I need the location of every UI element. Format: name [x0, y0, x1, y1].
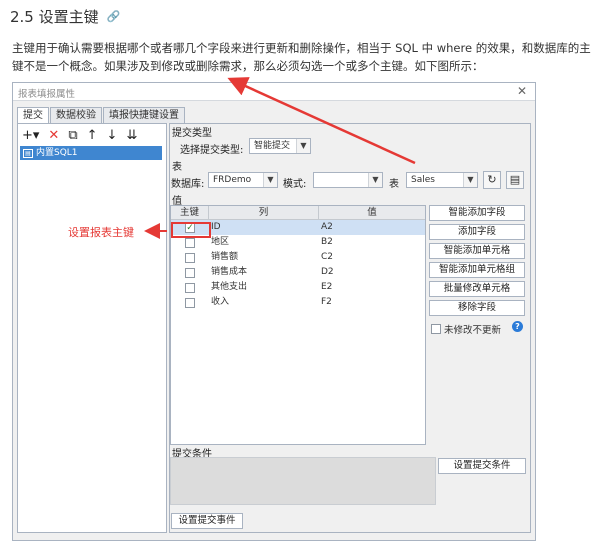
row-value: B2 [321, 237, 333, 247]
row-column: 地区 [211, 237, 230, 247]
no-change-no-update[interactable]: 未修改不更新 [431, 322, 501, 336]
header-value: 值 [367, 207, 377, 218]
submit-list-pane: +▾ ✕ ⧉ ↑ ↓ ⇊ ▤ 内置SQL1 [17, 123, 167, 533]
row-column: 销售成本 [211, 267, 248, 277]
table-row[interactable]: 其他支出 E2 [171, 280, 425, 295]
delete-icon[interactable]: ✕ [48, 128, 59, 143]
table-preview-icon[interactable]: ▤ [506, 171, 524, 189]
row-value: E2 [321, 282, 333, 292]
header-column: 列 [209, 206, 319, 219]
field-mapping-table: 主键 列 值 ✓ ID A2 地区 B2 销售额 C2 销售成本 D2 其他支出… [170, 205, 426, 445]
chevron-down-icon: ▼ [368, 173, 382, 187]
primary-key-checkbox[interactable] [185, 252, 195, 263]
set-condition-button[interactable]: 设置提交条件 [438, 458, 526, 474]
dialog-titlebar: 报表填报属性 ✕ [13, 83, 535, 101]
close-icon[interactable]: ✕ [517, 84, 527, 98]
row-value: C2 [321, 252, 334, 262]
database-label: 数据库: [171, 179, 205, 190]
table-row[interactable]: 收入 F2 [171, 295, 425, 310]
row-value: D2 [321, 267, 334, 277]
table-header: 主键 列 值 [171, 206, 425, 220]
dialog-title: 报表填报属性 [18, 89, 76, 100]
primary-key-checkbox[interactable] [185, 267, 195, 278]
section-heading: 2.5 设置主键 🔗 [10, 6, 120, 27]
submit-type-section: 提交类型 [172, 128, 212, 139]
section-title: 2.5 设置主键 [10, 8, 99, 26]
tab-submit[interactable]: 提交 [17, 107, 49, 123]
primary-key-checkbox[interactable] [185, 237, 195, 248]
row-column: ID [211, 222, 221, 232]
remove-field-button[interactable]: 移除字段 [429, 300, 525, 316]
chevron-down-icon: ▼ [263, 173, 277, 187]
table-row[interactable]: 销售额 C2 [171, 250, 425, 265]
table-section: 表 [172, 162, 182, 173]
refresh-icon[interactable]: ↻ [483, 171, 501, 189]
sort-icon[interactable]: ⇊ [126, 128, 137, 143]
tree-item-sql[interactable]: ▤ 内置SQL1 [20, 146, 162, 160]
copy-icon[interactable]: ⧉ [68, 128, 77, 143]
schema-select[interactable]: ▼ [313, 172, 383, 188]
table-row[interactable]: 销售成本 D2 [171, 265, 425, 280]
description-paragraph: 主键用于确认需要根据哪个或者哪几个字段来进行更新和删除操作，相当于 SQL 中 … [12, 41, 591, 73]
list-toolbar: +▾ ✕ ⧉ ↑ ↓ ⇊ [18, 124, 166, 146]
chevron-down-icon: ▼ [463, 173, 477, 187]
add-icon[interactable]: +▾ [22, 128, 39, 143]
batch-edit-cell-button[interactable]: 批量修改单元格 [429, 281, 525, 297]
move-up-icon[interactable]: ↑ [87, 128, 98, 143]
tree-item-label: 内置SQL1 [36, 148, 78, 158]
smart-add-field-button[interactable]: 智能添加字段 [429, 205, 525, 221]
chevron-down-icon: ▼ [296, 139, 310, 153]
primary-key-checkbox[interactable] [185, 282, 195, 293]
row-value: F2 [321, 297, 332, 307]
table-label: 表 [389, 179, 399, 190]
no-change-label: 未修改不更新 [444, 325, 502, 336]
add-field-button[interactable]: 添加字段 [429, 224, 525, 240]
database-select[interactable]: FRDemo ▼ [208, 172, 278, 188]
no-change-checkbox[interactable] [431, 324, 441, 334]
link-icon[interactable]: 🔗 [107, 10, 121, 23]
schema-label: 模式: [283, 179, 307, 190]
smart-add-cell-button[interactable]: 智能添加单元格 [429, 243, 525, 259]
row-column: 销售额 [211, 252, 239, 262]
submit-type-label: 选择提交类型: [180, 145, 244, 156]
smart-add-cell-group-button[interactable]: 智能添加单元格组 [429, 262, 525, 278]
tab-shortcut-settings[interactable]: 填报快捷键设置 [103, 107, 185, 123]
set-event-button[interactable]: 设置提交事件 [171, 513, 243, 529]
header-key: 主键 [171, 206, 209, 219]
move-down-icon[interactable]: ↓ [107, 128, 118, 143]
primary-key-highlight [171, 222, 211, 238]
tab-data-validation[interactable]: 数据校验 [50, 107, 102, 123]
submit-type-select[interactable]: 智能提交 ▼ [249, 138, 311, 154]
row-column: 收入 [211, 297, 230, 307]
condition-area [170, 457, 436, 505]
annotation-label: 设置报表主键 [68, 226, 134, 239]
table-select[interactable]: Sales ▼ [406, 172, 478, 188]
row-value: A2 [321, 222, 333, 232]
row-column: 其他支出 [211, 282, 248, 292]
primary-key-checkbox[interactable] [185, 297, 195, 308]
dialog-tabs: 提交 数据校验 填报快捷键设置 [17, 107, 186, 123]
help-icon[interactable]: ? [512, 321, 523, 332]
database-icon: ▤ [23, 148, 33, 158]
